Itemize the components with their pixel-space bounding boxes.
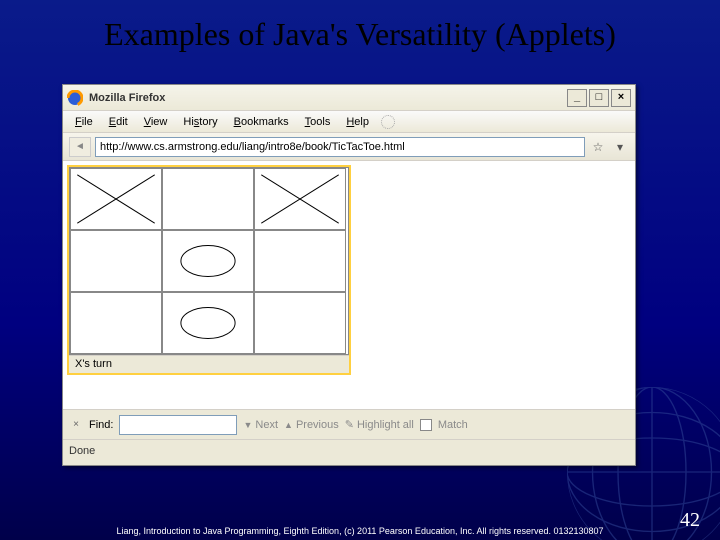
tictactoe-applet: X's turn <box>67 165 351 375</box>
minimize-button[interactable]: _ <box>567 89 587 107</box>
find-previous-button[interactable]: ▲Previous <box>284 419 339 431</box>
cell-0-1[interactable] <box>162 168 254 230</box>
highlight-icon: ✎ <box>345 418 354 431</box>
status-text: Done <box>69 445 95 457</box>
cell-0-0[interactable] <box>70 168 162 230</box>
find-close-icon[interactable]: × <box>69 418 83 432</box>
cell-2-2[interactable] <box>254 292 346 354</box>
menu-history[interactable]: History <box>175 114 225 130</box>
applet-status: X's turn <box>69 355 349 373</box>
slide-footer: Liang, Introduction to Java Programming,… <box>0 526 720 536</box>
page-number: 42 <box>680 509 700 532</box>
address-dropdown-icon[interactable]: ▾ <box>611 138 629 156</box>
address-bar-row: ◄ http://www.cs.armstrong.edu/liang/intr… <box>63 133 635 161</box>
find-bar: × Find: ▼Next ▲Previous ✎Highlight all M… <box>63 409 635 439</box>
menu-tools[interactable]: Tools <box>297 114 339 130</box>
status-bar: Done <box>63 439 635 461</box>
menubar: File Edit View History Bookmarks Tools H… <box>63 111 635 133</box>
throbber-icon <box>381 115 395 129</box>
page-content: X's turn <box>63 161 635 409</box>
menu-file[interactable]: File <box>67 114 101 130</box>
match-case-checkbox[interactable] <box>420 419 432 431</box>
cell-1-2[interactable] <box>254 230 346 292</box>
find-input[interactable] <box>119 415 237 435</box>
match-case-label: Match <box>438 419 468 431</box>
highlight-all-button[interactable]: ✎Highlight all <box>345 418 414 431</box>
find-next-button[interactable]: ▼Next <box>243 419 278 431</box>
window-title: Mozilla Firefox <box>89 92 565 104</box>
cell-0-2[interactable] <box>254 168 346 230</box>
titlebar[interactable]: Mozilla Firefox _ □ × <box>63 85 635 111</box>
cell-2-0[interactable] <box>70 292 162 354</box>
cell-2-1[interactable] <box>162 292 254 354</box>
menu-bookmarks[interactable]: Bookmarks <box>226 114 297 130</box>
bookmark-star-icon[interactable]: ☆ <box>589 138 607 156</box>
menu-view[interactable]: View <box>136 114 176 130</box>
address-input[interactable]: http://www.cs.armstrong.edu/liang/intro8… <box>95 137 585 157</box>
firefox-icon <box>67 90 83 106</box>
tictactoe-grid <box>69 167 349 355</box>
back-button[interactable]: ◄ <box>69 137 91 157</box>
maximize-button[interactable]: □ <box>589 89 609 107</box>
cell-1-1[interactable] <box>162 230 254 292</box>
menu-help[interactable]: Help <box>338 114 377 130</box>
firefox-window: Mozilla Firefox _ □ × File Edit View His… <box>62 84 636 466</box>
cell-1-0[interactable] <box>70 230 162 292</box>
up-arrow-icon: ▲ <box>284 420 293 430</box>
find-label: Find: <box>89 419 113 431</box>
down-arrow-icon: ▼ <box>243 420 252 430</box>
slide-title: Examples of Java's Versatility (Applets) <box>0 0 720 61</box>
close-button[interactable]: × <box>611 89 631 107</box>
menu-edit[interactable]: Edit <box>101 114 136 130</box>
